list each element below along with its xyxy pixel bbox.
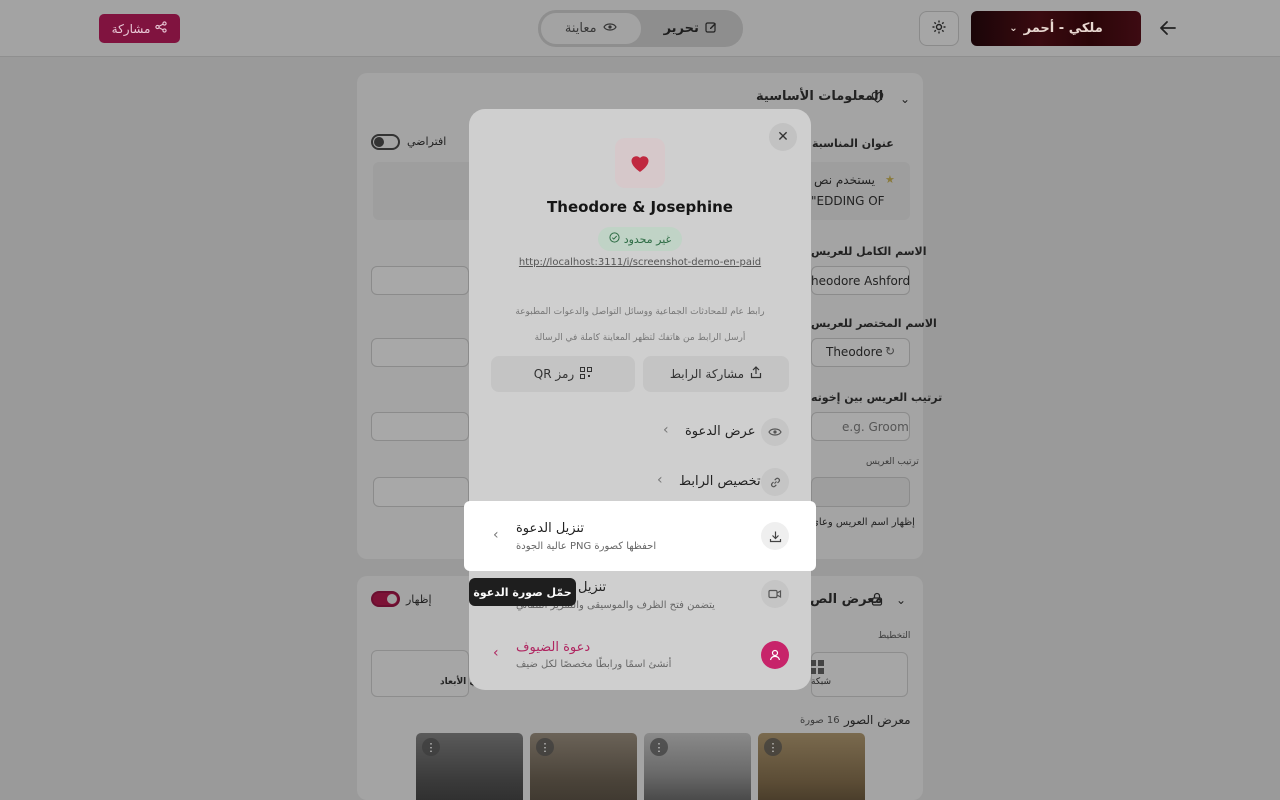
gallery-show-toggle[interactable] bbox=[371, 591, 400, 607]
reset-icon[interactable]: ↻ bbox=[885, 344, 895, 358]
eye-icon bbox=[602, 21, 617, 36]
share-link-label: مشاركة الرابط bbox=[669, 367, 745, 381]
event-title-label: عنوان المناسبة bbox=[812, 137, 894, 150]
check-circle-icon bbox=[609, 232, 620, 246]
gallery-photo[interactable]: ⋮ bbox=[644, 733, 751, 800]
gallery-photo[interactable]: ⋮ bbox=[416, 733, 523, 800]
groom-display-field[interactable] bbox=[811, 477, 910, 507]
groom-short-name-value: Theodore bbox=[826, 345, 883, 359]
gear-icon bbox=[931, 19, 947, 39]
status-badge: غير محدود bbox=[598, 227, 682, 251]
tip-line-1: يستخدم نص bbox=[814, 173, 875, 187]
invite-guests-title[interactable]: دعوة الضيوف bbox=[516, 640, 590, 655]
edit-label: تحرير bbox=[663, 21, 699, 36]
bride-short-name-field[interactable] bbox=[371, 338, 469, 367]
download-icon bbox=[761, 522, 789, 550]
modal-title: Theodore & Josephine bbox=[547, 198, 733, 216]
default-toggle[interactable] bbox=[371, 134, 400, 150]
more-icon[interactable]: ⋮ bbox=[650, 738, 668, 756]
theme-selector[interactable]: ملكي - أحمر ⌄ bbox=[971, 11, 1141, 46]
groom-order-placeholder: e.g. Groom bbox=[842, 420, 909, 434]
layout-option-3d[interactable] bbox=[371, 650, 469, 697]
download-title: تنزيل الدعوة bbox=[516, 521, 584, 536]
star-icon: ★ bbox=[885, 173, 895, 186]
eye-icon bbox=[761, 418, 789, 446]
guests-icon bbox=[761, 641, 789, 669]
default-label: افتراضي bbox=[407, 135, 447, 148]
share-icon bbox=[155, 21, 168, 36]
close-icon: ✕ bbox=[777, 129, 789, 145]
layout-option-grid[interactable] bbox=[811, 652, 908, 697]
tip-line-2: EDDING OF" bbox=[811, 194, 885, 208]
qr-code-label: رمز QR bbox=[533, 367, 575, 381]
groom-short-name-label: الاسم المختصر للعريس bbox=[811, 317, 937, 330]
more-icon[interactable]: ⋮ bbox=[422, 738, 440, 756]
groom-full-name-label: الاسم الكامل للعريس bbox=[811, 245, 927, 258]
view-invitation-label[interactable]: عرض الدعوة bbox=[685, 424, 755, 439]
edit-icon bbox=[705, 21, 717, 37]
more-icon[interactable]: ⋮ bbox=[764, 738, 782, 756]
settings-button[interactable] bbox=[919, 11, 959, 46]
invitation-link[interactable]: http://localhost:3111/i/screenshot-demo-… bbox=[469, 257, 811, 268]
back-arrow-icon[interactable] bbox=[1154, 14, 1182, 42]
section-title-basic: المعلومات الأساسية bbox=[756, 89, 884, 104]
badge-label: غير محدود bbox=[623, 232, 672, 246]
share-link-button[interactable]: مشاركة الرابط bbox=[643, 356, 789, 392]
bride-display-field[interactable] bbox=[373, 477, 469, 507]
gallery-collapse-chevron-icon[interactable]: ⌄ bbox=[896, 593, 906, 607]
show-names-hint: إظهار اسم العريس وعائ bbox=[811, 517, 915, 528]
photos-label: معرض الصور bbox=[844, 713, 911, 727]
qr-code-button[interactable]: رمز QR bbox=[491, 356, 635, 392]
grid-icon bbox=[809, 659, 825, 679]
share-button[interactable]: مشاركة bbox=[99, 14, 180, 43]
gallery-photo[interactable]: ⋮ bbox=[530, 733, 637, 800]
download-tooltip: حمّل صورة الدعوة bbox=[469, 578, 576, 606]
download-subtitle: احفظها كصورة PNG عالية الجودة bbox=[516, 541, 657, 552]
desc-line-2: أرسل الرابط من هاتفك لتظهر المعاينة كامل… bbox=[534, 333, 746, 343]
preview-tab[interactable]: معاينة bbox=[541, 13, 641, 44]
chevron-left-icon: ‹ bbox=[493, 645, 499, 661]
link-icon bbox=[761, 468, 789, 496]
photos-count: 16 صورة bbox=[800, 715, 840, 726]
section-title-gallery: معرض الص bbox=[810, 592, 883, 607]
chevron-left-icon: ‹ bbox=[663, 422, 669, 438]
gallery-photo[interactable]: ⋮ bbox=[758, 733, 865, 800]
layout-label: التخطيط bbox=[878, 631, 911, 641]
mode-toggle: معاينة تحرير bbox=[538, 10, 743, 47]
edit-tab[interactable]: تحرير bbox=[641, 13, 741, 44]
share-label: مشاركة bbox=[111, 21, 151, 36]
chevron-left-icon: ‹ bbox=[657, 472, 663, 488]
show-label: إظهار bbox=[406, 593, 432, 606]
close-button[interactable]: ✕ bbox=[769, 123, 797, 151]
more-icon[interactable]: ⋮ bbox=[536, 738, 554, 756]
video-icon bbox=[761, 580, 789, 608]
top-bar: ملكي - أحمر ⌄ معاينة تحرير مشاركة bbox=[0, 0, 1280, 57]
heart-icon bbox=[631, 156, 649, 172]
layout-option-grid-label: شبكة bbox=[811, 677, 832, 687]
share-upload-icon bbox=[750, 366, 762, 382]
video-download-title: تنزيل bbox=[578, 580, 607, 595]
bride-full-name-field[interactable] bbox=[371, 266, 469, 295]
groom-full-name-value: heodore Ashford bbox=[811, 274, 911, 288]
groom-order-hint: ترتيب العريس bbox=[866, 457, 919, 467]
qr-code-icon bbox=[580, 366, 593, 382]
desc-line-1: رابط عام للمحادثات الجماعية ووسائل التوا… bbox=[515, 307, 765, 317]
theme-label: ملكي - أحمر bbox=[1023, 21, 1103, 36]
groom-order-label: ترتيب العريس بين إخوته bbox=[811, 391, 943, 404]
bride-order-field[interactable] bbox=[371, 412, 469, 441]
chevron-left-icon: ‹ bbox=[493, 527, 499, 543]
heart-tile bbox=[615, 138, 665, 188]
chevron-down-icon: ⌄ bbox=[1009, 23, 1018, 34]
customize-link-label[interactable]: تخصيص الرابط bbox=[679, 474, 761, 489]
invite-guests-subtitle: أنشئ اسمًا ورابطًا مخصصًا لكل ضيف bbox=[516, 659, 672, 670]
preview-label: معاينة bbox=[564, 21, 597, 36]
collapse-chevron-icon[interactable]: ⌄ bbox=[900, 92, 910, 106]
